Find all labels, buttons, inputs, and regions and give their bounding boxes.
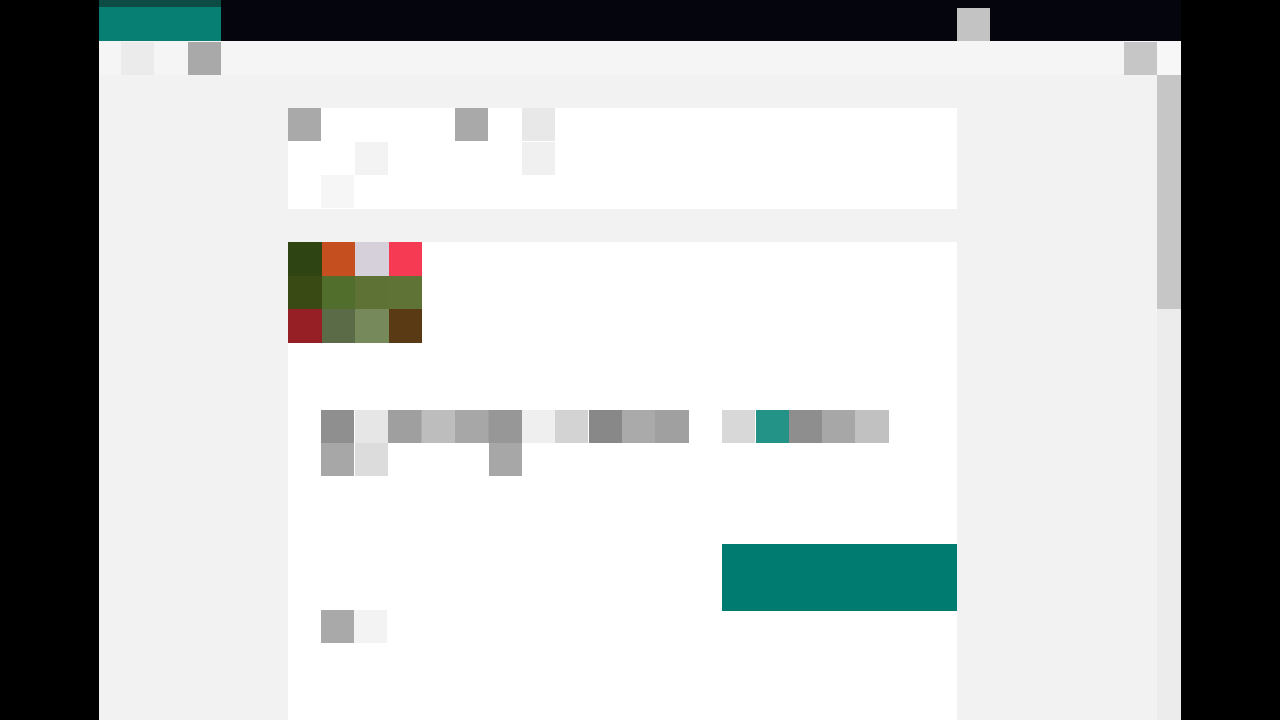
- product-price: [321, 478, 521, 511]
- thumbnail-pixel: [388, 275, 422, 310]
- thumbnail-pixel: [355, 309, 389, 343]
- app-window: [99, 0, 1181, 720]
- product-title: [321, 410, 689, 443]
- header-title: [321, 108, 441, 141]
- title-bar: [99, 0, 1181, 41]
- close-icon[interactable]: [1157, 42, 1181, 75]
- header-subtitle: [288, 142, 548, 175]
- get-button[interactable]: [722, 544, 957, 611]
- product-thumbnail[interactable]: [288, 242, 422, 343]
- thumbnail-pixel: [288, 275, 322, 310]
- header-mark: [522, 108, 555, 141]
- publisher-link[interactable]: [722, 410, 889, 443]
- thumbnail-pixel: [355, 275, 389, 310]
- app-tab-label: [99, 7, 221, 40]
- header-card: [288, 108, 957, 209]
- header-icon: [288, 108, 321, 141]
- hamburger-menu-icon[interactable]: [188, 42, 221, 75]
- thumbnail-pixel: [321, 275, 355, 310]
- account-icon[interactable]: [1124, 42, 1157, 75]
- store-page: [99, 41, 1181, 720]
- thumbnail-pixel: [288, 242, 322, 276]
- header-badge-icon: [455, 108, 488, 141]
- product-card: [288, 242, 957, 720]
- restore-icon[interactable]: [957, 8, 990, 41]
- header-detail: [288, 175, 418, 208]
- thumbnail-pixel: [388, 242, 422, 276]
- thumbnail-pixel: [388, 309, 422, 343]
- scrollbar-thumb[interactable]: [1157, 75, 1181, 309]
- thumbnail-pixel: [288, 309, 322, 343]
- vertical-scrollbar[interactable]: [1157, 75, 1181, 720]
- secondary-link[interactable]: [321, 610, 388, 644]
- back-arrow-icon[interactable]: [121, 42, 154, 75]
- thumbnail-pixel: [321, 309, 355, 343]
- app-tab[interactable]: [99, 0, 221, 41]
- thumbnail-pixel: [321, 242, 355, 276]
- product-meta: [321, 443, 521, 476]
- toolbar: [99, 41, 1181, 75]
- thumbnail-pixel: [355, 242, 389, 276]
- secondary-link-label: [321, 610, 388, 643]
